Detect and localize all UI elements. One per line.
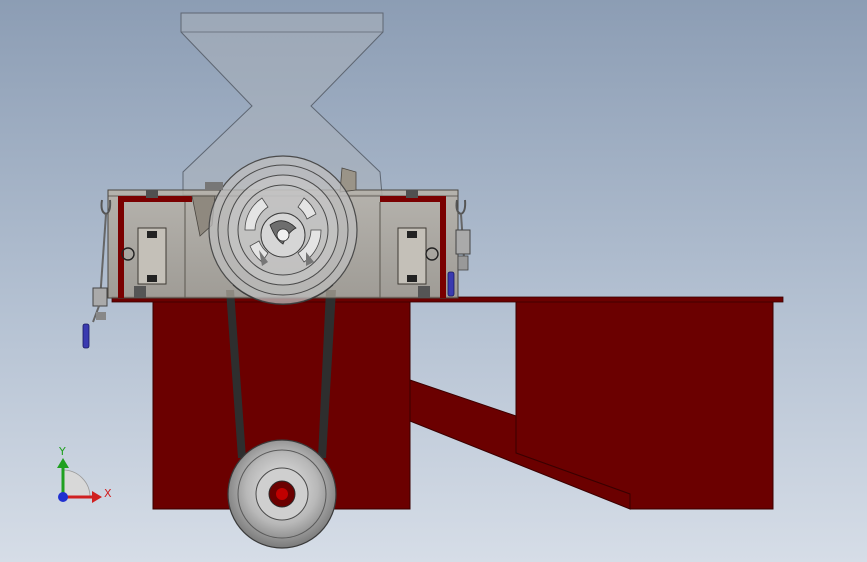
cad-graphics-viewport[interactable]: Y X xyxy=(0,0,867,562)
right-handle-grip[interactable] xyxy=(447,271,455,297)
motor-pulley xyxy=(227,439,337,549)
coordinate-triad-icon: Y X xyxy=(57,445,112,503)
triad-y-label: Y xyxy=(58,445,66,458)
left-handle-grip[interactable] xyxy=(82,323,90,349)
triad-x-label: X xyxy=(104,487,112,500)
base-frame xyxy=(111,296,784,510)
left-tensioner[interactable] xyxy=(82,199,112,349)
model-view[interactable]: Y X xyxy=(0,0,867,562)
